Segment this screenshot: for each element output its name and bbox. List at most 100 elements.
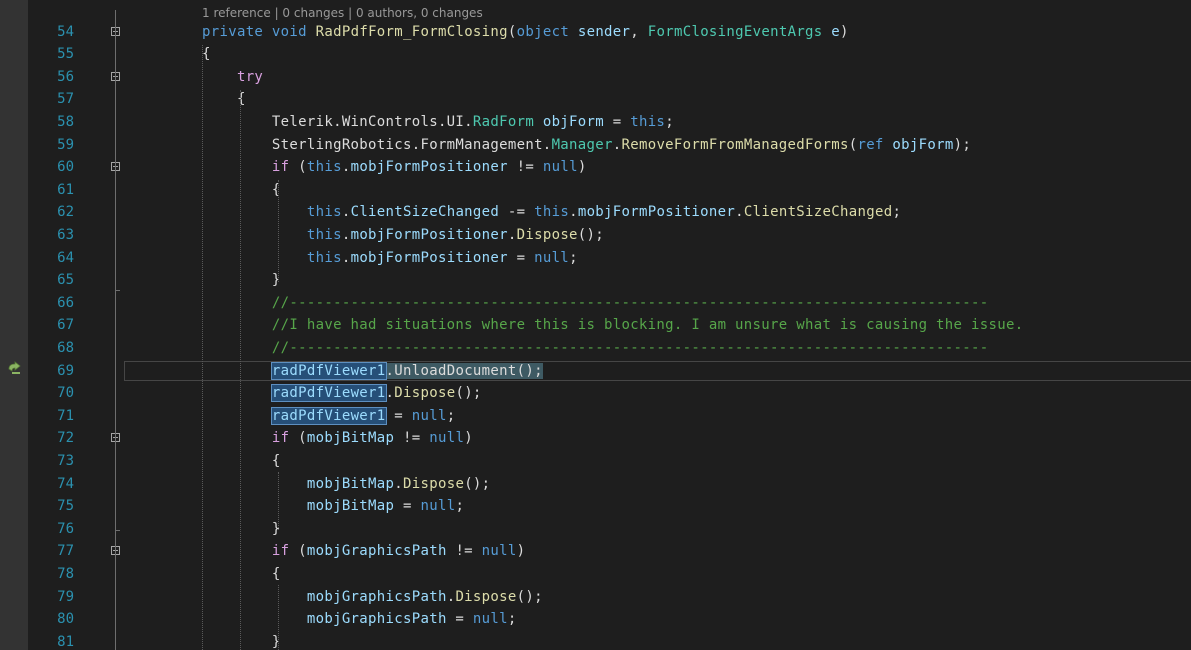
code-text: radPdfViewer1.Dispose(); <box>202 382 482 405</box>
indent-guide <box>240 90 241 650</box>
line-number: 72 <box>57 430 74 447</box>
line-number: 56 <box>57 68 74 85</box>
code-text: mobjBitMap = null; <box>202 495 464 518</box>
code-token: ClientSizeChanged <box>350 204 500 221</box>
line-number: 68 <box>57 339 74 356</box>
code-text: if (mobjBitMap != null) <box>202 427 473 450</box>
code-token: ) <box>464 430 473 447</box>
code-token: e <box>831 23 841 40</box>
code-token: ( <box>289 543 307 560</box>
code-text: if (this.mobjFormPositioner != null) <box>202 156 587 179</box>
code-token: . <box>569 204 578 221</box>
code-token: try <box>202 68 264 85</box>
code-token: = <box>507 249 535 266</box>
code-token: -= <box>499 204 535 221</box>
code-token: mobjBitMap <box>202 498 395 515</box>
code-token: if <box>202 430 290 447</box>
line-number: 64 <box>57 249 74 266</box>
code-token: ); <box>953 136 972 153</box>
code-token: mobjGraphicsPath <box>306 543 447 560</box>
line-number: 67 <box>57 317 74 334</box>
code-line[interactable]: 54 private void RadPdfForm_FormClosing(ob… <box>28 21 1191 44</box>
code-text: radPdfViewer1.UnloadDocument(); <box>202 360 543 383</box>
code-token: private <box>202 23 264 40</box>
code-token: Dispose <box>394 385 456 402</box>
line-number: 76 <box>57 520 74 537</box>
line-number: 57 <box>57 91 74 108</box>
code-text: this.mobjFormPositioner.Dispose(); <box>202 224 604 247</box>
code-token: FormClosingEventArgs <box>647 23 823 40</box>
code-token: ) <box>577 159 587 176</box>
code-token: { <box>202 565 281 582</box>
line-number: 54 <box>57 23 74 40</box>
line-number: 81 <box>57 633 74 650</box>
code-token: mobjGraphicsPath <box>202 611 447 628</box>
code-token: = <box>604 113 631 130</box>
glyph-margin[interactable] <box>0 0 28 650</box>
code-text: } <box>202 518 281 541</box>
line-number: 61 <box>57 181 74 198</box>
line-number: 55 <box>57 46 74 63</box>
indent-guide <box>278 585 279 650</box>
code-token: != <box>394 430 430 447</box>
code-text: //--------------------------------------… <box>202 292 988 315</box>
code-token: null <box>420 498 456 515</box>
code-token: mobjGraphicsPath <box>202 588 447 605</box>
code-token: . <box>341 159 351 176</box>
codelens-references[interactable]: 1 reference | 0 changes | 0 authors, 0 c… <box>202 5 483 22</box>
code-token: if <box>202 543 290 560</box>
code-token: void <box>271 23 307 40</box>
code-token: radPdfViewer1 <box>270 361 387 380</box>
line-number: 70 <box>57 385 74 402</box>
code-token: ( <box>507 23 517 40</box>
code-token: (); <box>577 226 605 243</box>
code-token: this <box>306 159 342 176</box>
code-token: } <box>202 633 281 650</box>
line-number: 66 <box>57 294 74 311</box>
code-token: ) <box>840 23 849 40</box>
code-token: ; <box>665 113 674 130</box>
indent-guide <box>278 472 279 530</box>
code-token: null <box>534 249 570 266</box>
code-token: Telerik.WinControls.UI. <box>202 113 473 130</box>
code-token: this <box>630 113 666 130</box>
line-number: 79 <box>57 588 74 605</box>
code-token: ; <box>507 611 517 628</box>
code-token: . <box>341 249 351 266</box>
code-token: { <box>202 46 211 63</box>
indent-guide <box>278 180 279 282</box>
line-number: 58 <box>57 113 74 130</box>
code-token: RadForm <box>472 113 535 130</box>
code-token: Dispose <box>403 475 465 492</box>
line-number: 74 <box>57 475 74 492</box>
code-token: . <box>341 204 351 221</box>
code-text: { <box>202 179 281 202</box>
fold-outline-end <box>115 290 120 291</box>
code-token: mobjBitMap <box>202 475 395 492</box>
line-number: 59 <box>57 136 74 153</box>
code-editor[interactable]: 1 reference | 0 changes | 0 authors, 0 c… <box>28 0 1191 650</box>
code-token: . <box>385 362 395 379</box>
code-token: ; <box>455 498 465 515</box>
code-text: try <box>202 66 263 89</box>
code-token: this <box>202 249 342 266</box>
code-token: //I have had situations where this is bl… <box>202 317 1024 334</box>
code-token: mobjFormPositioner <box>577 204 736 221</box>
code-token: //--------------------------------------… <box>202 294 989 311</box>
code-token: { <box>202 181 281 198</box>
code-token: Dispose <box>516 226 578 243</box>
code-token: } <box>202 272 281 289</box>
code-token: null <box>429 430 465 447</box>
line-number: 77 <box>57 543 74 560</box>
code-token: { <box>202 452 281 469</box>
code-token: radPdfViewer1 <box>270 384 387 403</box>
code-token: objForm <box>892 136 954 153</box>
code-text: mobjBitMap.Dispose(); <box>202 473 490 496</box>
fold-outline <box>115 180 116 287</box>
code-text: Telerik.WinControls.UI.RadForm objForm =… <box>202 111 674 134</box>
fold-outline-end <box>115 530 120 531</box>
code-token: = <box>385 407 412 424</box>
